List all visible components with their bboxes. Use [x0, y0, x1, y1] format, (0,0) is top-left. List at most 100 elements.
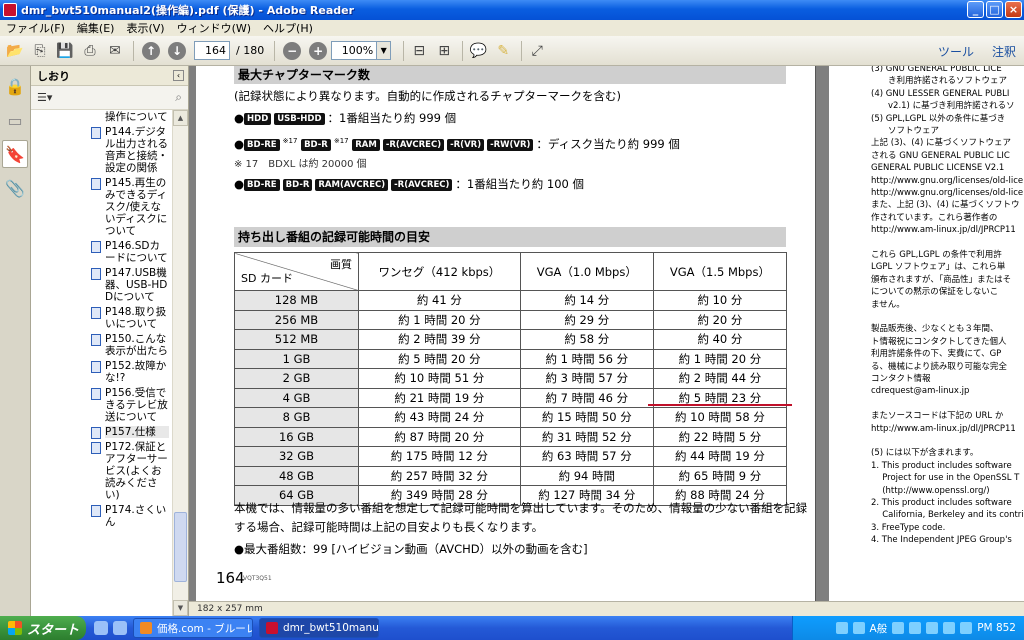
recording-time-cell: 約 10 分 — [652, 290, 788, 311]
maximize-button[interactable]: □ — [986, 1, 1003, 18]
bookmark-item-selected[interactable]: P157.仕様 — [31, 425, 173, 440]
bookmark-item[interactable]: P147.USB機器、USB-HDDについて — [31, 266, 173, 305]
create-pdf-icon[interactable]: ⎘ — [29, 40, 51, 62]
print-icon[interactable]: ⎙ — [79, 40, 101, 62]
previous-page-icon[interactable]: ↑ — [142, 41, 160, 60]
fullscreen-icon[interactable]: ⤢ — [526, 40, 548, 62]
open-icon[interactable]: 📂 — [4, 40, 26, 62]
quicklaunch-icon[interactable] — [113, 621, 127, 635]
fit-width-icon[interactable]: ⊞ — [433, 40, 455, 62]
tray-icon[interactable] — [943, 622, 956, 634]
license-text-line: GENERAL PUBLIC LICENSE V2.1 — [871, 163, 1005, 174]
license-text-line: ソフトウェア — [871, 126, 940, 136]
license-text-line: (5) GPL,LGPL 以外の条件に基づき — [871, 113, 1006, 124]
expand-bookmark-icon[interactable]: ⌕ — [175, 90, 182, 105]
bookmark-list: 操作について P144.デジタル出力される音声と接続・設定の関係 P145.再生… — [31, 110, 173, 616]
tray-icon[interactable] — [835, 622, 848, 634]
license-text-line: LGPL ソフトウェア」は、これら単 — [871, 262, 1006, 273]
quicklaunch-icon[interactable] — [94, 621, 108, 635]
comment-icon[interactable]: 💬 — [467, 40, 489, 62]
save-icon[interactable]: 💾 — [54, 40, 76, 62]
bookmark-scrollbar[interactable]: ▲ ▼ — [172, 110, 188, 616]
zoom-out-icon[interactable]: − — [283, 41, 302, 60]
page-number-input[interactable]: 164 — [194, 41, 230, 60]
bookmark-item[interactable]: P150.こんな表示が出たら — [31, 332, 173, 359]
table-row: 32 GB 約 175 時間 12 分約 63 時間 57 分約 44 時間 19… — [234, 446, 788, 467]
lock-icon[interactable]: 🔒 — [2, 72, 28, 100]
fit-page-icon[interactable]: ⊟ — [408, 40, 430, 62]
table-row: 2 GB 約 10 時間 51 分約 3 時間 57 分約 2 時間 44 分 — [234, 368, 788, 389]
bookmarks-icon[interactable]: 🔖 — [2, 140, 28, 168]
bookmark-page-icon — [91, 178, 101, 190]
recording-time-cell: 約 43 時間 24 分 — [358, 407, 521, 428]
license-text-line: 利用許諾条件の下、実費にて、GP — [871, 349, 1002, 360]
tray-icon[interactable] — [892, 622, 905, 634]
zoom-input[interactable]: 100% — [331, 41, 378, 60]
bookmark-item[interactable]: P172.保証とアフターサービス(よくお読みください) — [31, 440, 173, 503]
scroll-up-icon[interactable]: ▲ — [173, 110, 188, 126]
collapse-panel-icon[interactable]: ‹ — [173, 70, 184, 81]
table-corner-header: 画質 SD カード — [234, 252, 359, 291]
recording-time-cell: 約 58 分 — [519, 329, 654, 350]
red-underline-annotation — [648, 404, 792, 406]
bookmark-item[interactable]: P174.さくいん — [31, 503, 173, 530]
license-text-line: California, Berkeley and its contri — [871, 510, 1024, 521]
close-button[interactable]: × — [1005, 1, 1022, 18]
bookmark-item[interactable]: P156.受信できるテレビ放送について — [31, 386, 173, 425]
zoom-in-icon[interactable]: + — [309, 41, 328, 60]
license-text-line: 3. FreeType code. — [871, 522, 946, 533]
document-viewport[interactable]: 最大チャプターマーク数 (記録状態により異なります。自動的に作成されるチャプター… — [189, 66, 1024, 616]
license-text-line: 作されています。これら著作者の — [871, 212, 998, 223]
sd-capacity-cell: 256 MB — [234, 309, 359, 330]
sd-capacity-cell: 48 GB — [234, 465, 359, 486]
tools-pane-link[interactable]: ツール — [938, 43, 974, 60]
bookmark-item[interactable]: P146.SDカードについて — [31, 239, 173, 266]
table-row: 48 GB 約 257 時間 32 分約 94 時間約 65 時間 9 分 — [234, 465, 788, 486]
sd-capacity-cell: 2 GB — [234, 368, 359, 389]
attachments-icon[interactable]: 📎 — [2, 174, 28, 202]
email-icon[interactable]: ✉ — [104, 40, 126, 62]
tray-icon[interactable] — [852, 622, 865, 634]
bookmarks-title: しおり — [37, 69, 70, 83]
page-number: 164 — [216, 569, 245, 587]
recording-time-cell: 約 44 時間 19 分 — [652, 446, 788, 467]
pdf-page: 最大チャプターマーク数 (記録状態により異なります。自動的に作成されるチャプター… — [196, 66, 816, 601]
menu-edit[interactable]: 編集(E) — [75, 20, 117, 36]
tray-icon[interactable] — [960, 622, 973, 634]
bookmark-item[interactable]: P144.デジタル出力される音声と接続・設定の関係 — [31, 125, 173, 176]
menu-help[interactable]: ヘルプ(H) — [261, 20, 315, 36]
bookmark-page-icon — [91, 442, 101, 454]
recording-time-cell: 約 20 分 — [652, 309, 788, 330]
tray-icon[interactable] — [926, 622, 939, 634]
scroll-down-icon[interactable]: ▼ — [173, 600, 188, 616]
tray-icon[interactable] — [909, 622, 922, 634]
license-text-line: 製品販売後、少なくとも３年間、 — [871, 324, 999, 335]
bookmark-item[interactable]: P145.再生のみできるディスク/使えないディスクについて — [31, 176, 173, 239]
minimize-button[interactable]: _ — [967, 1, 984, 18]
bookmark-item[interactable]: P152.故障かな!? — [31, 359, 173, 386]
highlight-icon[interactable]: ✎ — [492, 40, 514, 62]
license-text-line: またソースコードは下記の URL か — [871, 411, 1004, 422]
bookmark-page-icon — [91, 268, 101, 280]
bookmark-options-icon[interactable]: ☰▾ — [37, 91, 52, 104]
start-button[interactable]: スタート — [0, 616, 86, 640]
page-thumbnails-icon[interactable]: ▭ — [2, 106, 28, 134]
ime-indicator[interactable]: A般 — [870, 621, 888, 636]
recording-time-cell: 約 3 時間 57 分 — [519, 368, 654, 389]
menu-window[interactable]: ウィンドウ(W) — [175, 20, 253, 36]
license-text-line: (4) GNU LESSER GENERAL PUBLI — [871, 88, 1010, 99]
scroll-thumb[interactable] — [174, 512, 187, 582]
recording-time-cell: 約 87 時間 20 分 — [358, 426, 521, 447]
taskbar-item-browser[interactable]: 価格.com - ブルーレイ... — [133, 618, 253, 638]
zoom-dropdown-icon[interactable]: ▼ — [377, 41, 392, 60]
recording-time-cell: 約 1 時間 20 分 — [358, 309, 521, 330]
menu-view[interactable]: 表示(V) — [124, 20, 166, 36]
comment-pane-link[interactable]: 注釈 — [992, 43, 1016, 60]
menu-file[interactable]: ファイル(F) — [4, 20, 67, 36]
taskbar-item-reader[interactable]: dmr_bwt510manual2(... — [259, 618, 379, 638]
license-text-line: る、機械により読み取り可能な完全 — [871, 361, 1007, 372]
table-header: VGA（1.0 Mbps） — [519, 252, 654, 291]
next-page-icon[interactable]: ↓ — [168, 41, 186, 60]
bookmark-item[interactable]: 操作について — [31, 110, 173, 125]
bookmark-item[interactable]: P148.取り扱いについて — [31, 305, 173, 332]
